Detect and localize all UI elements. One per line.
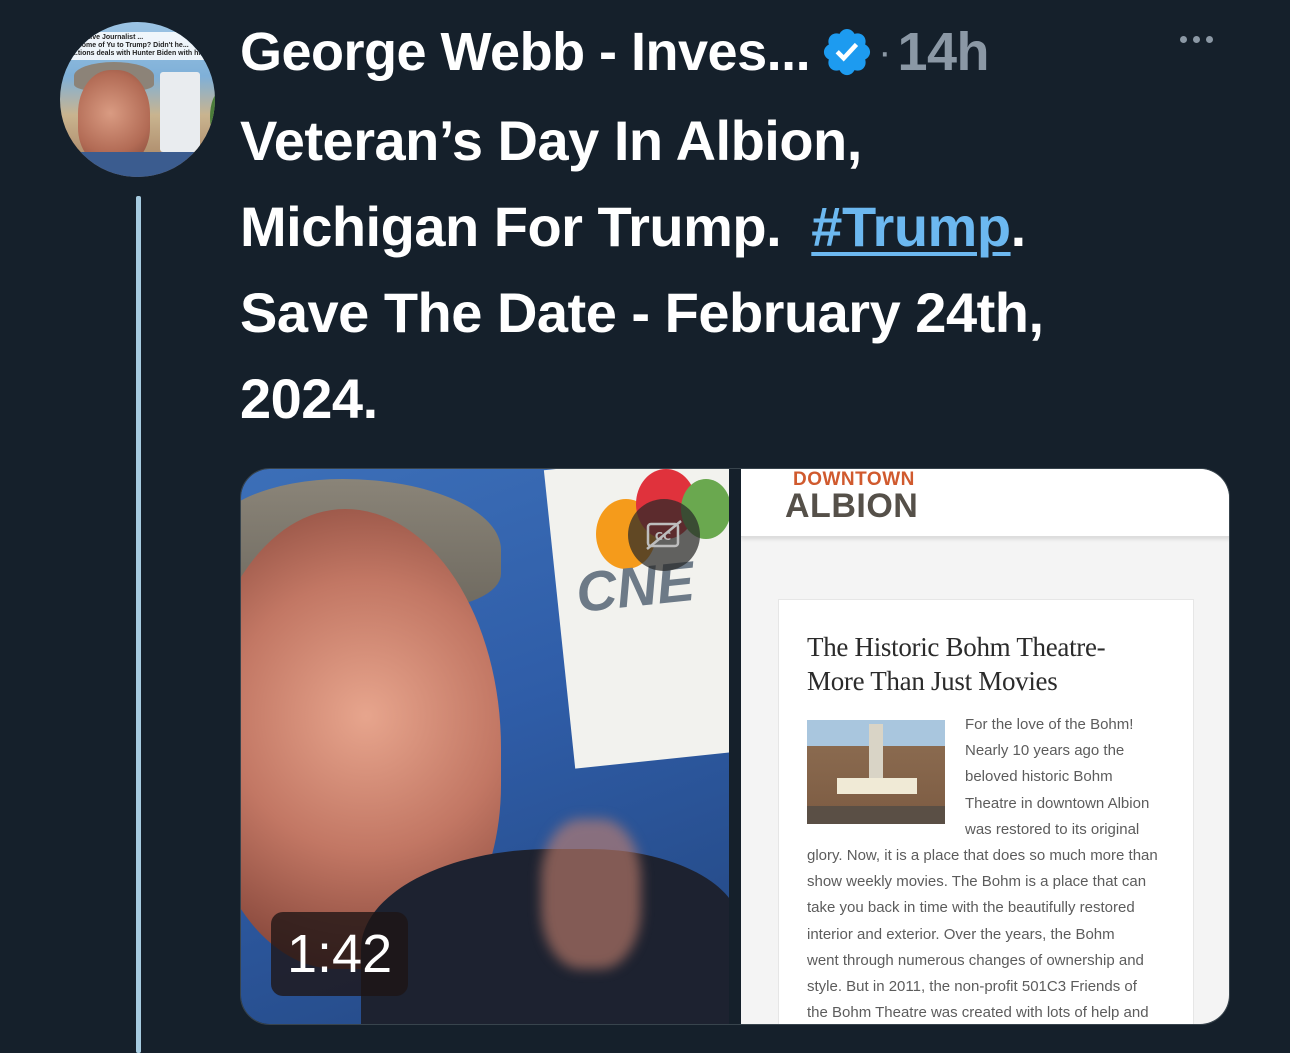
avatar-caption-line: ...igative Journalist ...	[72, 34, 144, 41]
tweet-text-line: Veteran’s Day In Albion,	[240, 109, 862, 172]
site-logo-big: ALBION	[785, 487, 919, 525]
tweet-text-line: Save The Date - February 24th,	[240, 281, 1044, 344]
separator-dot: ·	[878, 29, 892, 74]
media-divider	[729, 469, 741, 1024]
more-dot	[1180, 36, 1187, 43]
avatar[interactable]: ...igative Journalist ... ...some of Yu …	[60, 22, 215, 177]
article-body-line: went through numerous changes of ownersh…	[807, 951, 1144, 969]
article-body-line: beloved historic Bohm	[965, 768, 1113, 786]
thread-line	[136, 196, 141, 1053]
article-body: For the love of the Bohm! Nearly 10 year…	[807, 712, 1177, 1024]
hashtag-link[interactable]: #Trump	[811, 195, 1011, 258]
article-body-line: Nearly 10 years ago the	[965, 742, 1125, 760]
avatar-caption: ...igative Journalist ... ...some of Yu …	[68, 32, 208, 60]
more-options-icon[interactable]	[1180, 36, 1213, 43]
avatar-building	[160, 72, 200, 152]
tweet-header: George Webb - Inves... · 14h	[240, 21, 990, 83]
article-body-line: the Bohm Theatre was created with lots o…	[807, 1004, 1149, 1022]
tweet-text-segment: .	[1010, 195, 1027, 258]
closed-captions-button[interactable]: CC	[628, 499, 700, 571]
article-body-line: show weekly movies. The Bohm is a place …	[807, 873, 1147, 891]
article-title-line: More Than Just Movies	[807, 666, 1058, 696]
video-duration-badge: 1:42	[271, 912, 409, 996]
article-body-line: style. But in 2011, the non-profit 501C3…	[807, 978, 1137, 996]
avatar-shirt	[60, 152, 215, 177]
tweet[interactable]: ...igative Journalist ... ...some of Yu …	[0, 0, 1290, 1053]
article-body-line: For the love of the Bohm!	[965, 716, 1134, 733]
article-body-line: interior and exterior. Over the years, t…	[807, 925, 1115, 943]
article-site-header: DOWNTOWN ALBION	[741, 469, 1229, 537]
media-card[interactable]: CNE CC 1:42 DOWNTOWN ALBION	[240, 468, 1230, 1025]
more-dot	[1193, 36, 1200, 43]
article-body-line: was restored to its original	[965, 820, 1140, 838]
article-body-line: glory. Now, it is a place that does so m…	[807, 847, 1158, 865]
article-body-line: take you back in time with the beautiful…	[807, 899, 1135, 917]
video-person-hand	[541, 819, 641, 969]
article-body-line: Theatre in downtown Albion	[965, 794, 1150, 812]
article-title: The Historic Bohm Theatre- More Than Jus…	[807, 630, 1177, 698]
tweet-text-line: 2024.	[240, 367, 378, 430]
closed-captions-icon: CC	[646, 520, 682, 550]
avatar-palm	[210, 92, 215, 142]
tweet-text: Veteran’s Day In Albion, Michigan For Tr…	[240, 98, 1240, 442]
tweet-timestamp[interactable]: 14h	[897, 21, 989, 83]
article-image[interactable]: DOWNTOWN ALBION The Historic Bohm Theatr…	[741, 469, 1229, 1024]
author-name[interactable]: George Webb - Inves...	[240, 21, 811, 83]
avatar-caption-line: ...tions deals with Hunter Biden with hi…	[72, 50, 208, 57]
tweet-text-line: Michigan For Trump. #Trump.	[240, 184, 1240, 270]
article-card: The Historic Bohm Theatre- More Than Jus…	[778, 599, 1194, 1024]
avatar-caption-line: ...some of Yu to Trump? Didn't he...	[72, 42, 189, 49]
video-player[interactable]: CNE CC 1:42	[241, 469, 729, 1024]
article-title-line: The Historic Bohm Theatre-	[807, 632, 1106, 662]
verified-badge-icon[interactable]	[820, 25, 874, 79]
more-dot	[1206, 36, 1213, 43]
tweet-text-segment: Michigan For Trump.	[240, 195, 812, 258]
